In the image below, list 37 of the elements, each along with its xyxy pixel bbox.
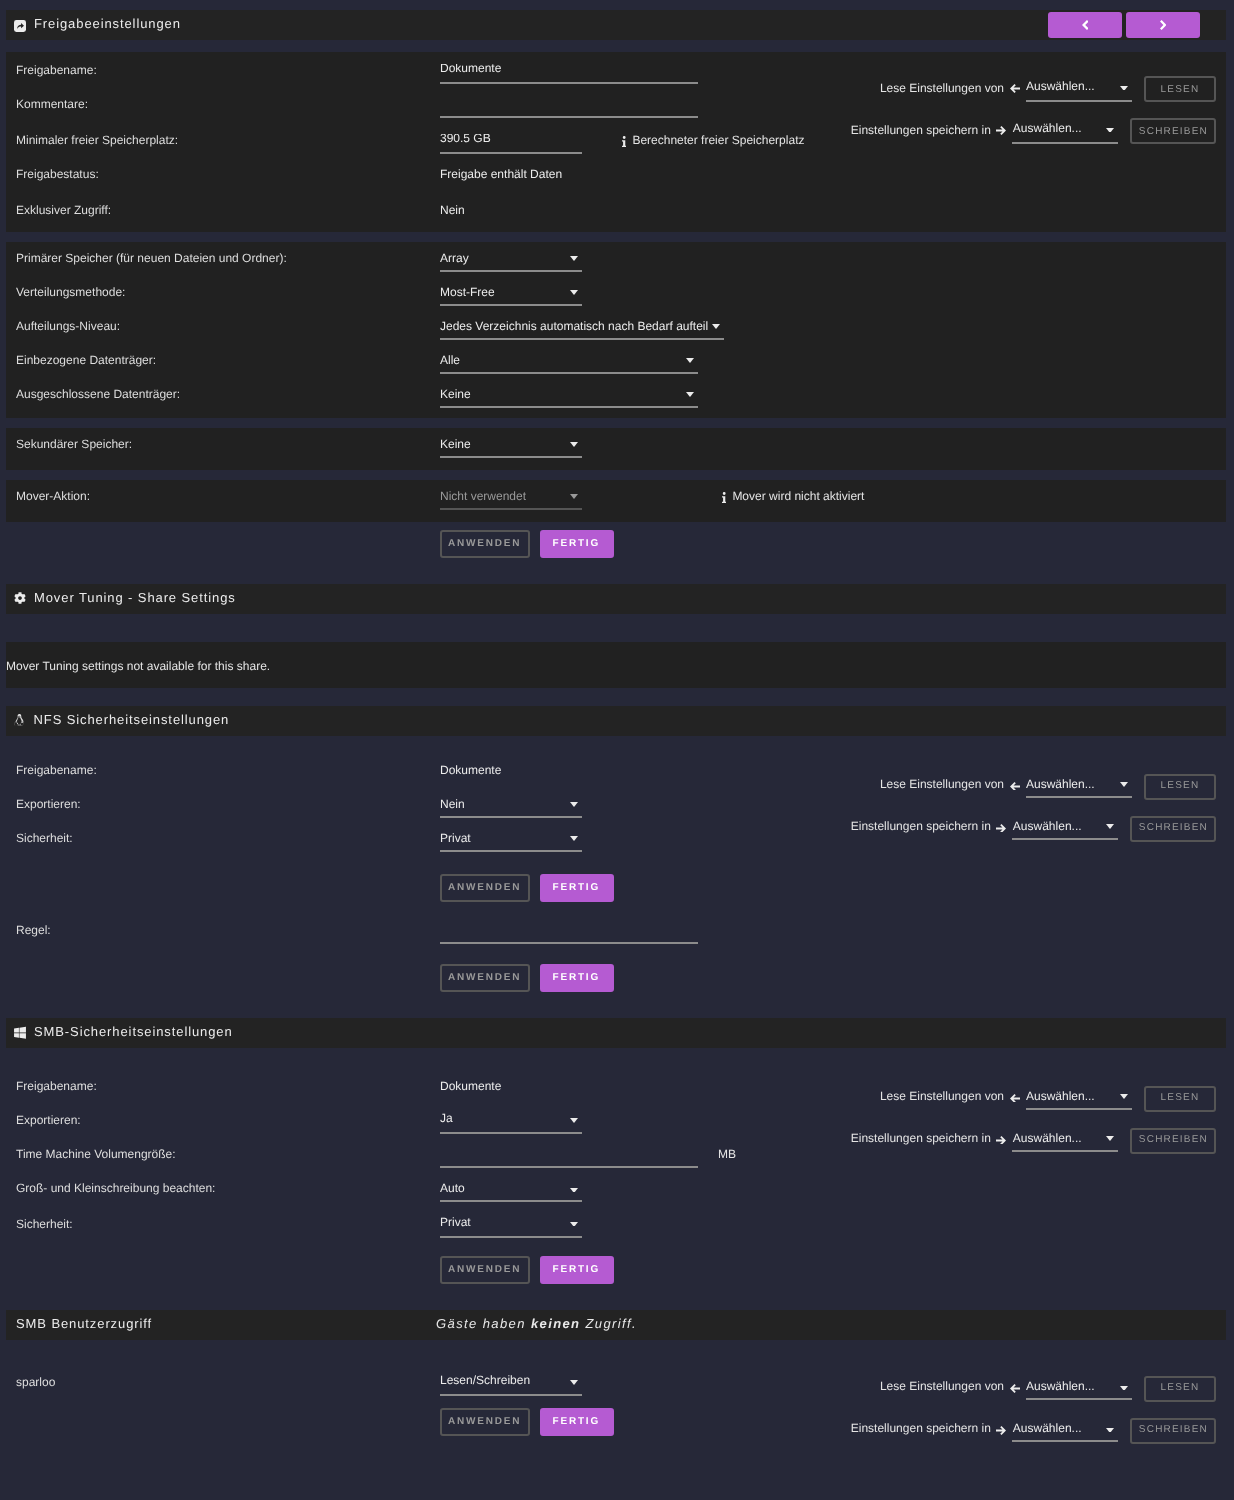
arrow-right-icon xyxy=(996,1426,1007,1435)
share-square-icon xyxy=(14,19,26,31)
caret-icon xyxy=(686,358,694,364)
gear-icon xyxy=(14,592,26,604)
caret-icon xyxy=(686,392,694,398)
caret-icon xyxy=(570,494,578,500)
arrow-right-icon xyxy=(996,823,1007,833)
caret-icon xyxy=(1106,1136,1115,1142)
caret-icon xyxy=(1120,85,1128,91)
caret-icon xyxy=(570,1380,578,1385)
caret-icon xyxy=(1106,127,1115,133)
info-icon xyxy=(722,492,727,504)
caret-icon xyxy=(1120,1385,1128,1390)
caret-icon xyxy=(570,442,578,448)
chevron-right-icon xyxy=(1159,20,1167,30)
arrow-right-icon xyxy=(996,126,1007,136)
arrow-left-icon xyxy=(1010,84,1020,94)
penguin-icon xyxy=(14,714,25,726)
caret-icon xyxy=(570,290,578,296)
caret-icon xyxy=(570,802,578,808)
chevron-left-icon xyxy=(1081,20,1089,30)
caret-icon xyxy=(570,1118,578,1124)
info-icon xyxy=(622,136,627,147)
caret-icon xyxy=(1106,824,1115,830)
caret-icon xyxy=(712,324,721,330)
arrow-right-icon xyxy=(996,1135,1007,1145)
arrow-left-icon xyxy=(1010,781,1020,791)
caret-icon xyxy=(570,836,578,842)
caret-icon xyxy=(1106,1427,1115,1432)
caret-icon xyxy=(570,1221,578,1227)
caret-icon xyxy=(570,1187,578,1193)
arrow-left-icon xyxy=(1010,1384,1020,1393)
caret-icon xyxy=(1120,1094,1128,1100)
arrow-left-icon xyxy=(1010,1093,1020,1103)
caret-icon xyxy=(1120,782,1128,788)
caret-icon xyxy=(570,256,578,262)
four-panes-icon xyxy=(14,1026,26,1040)
